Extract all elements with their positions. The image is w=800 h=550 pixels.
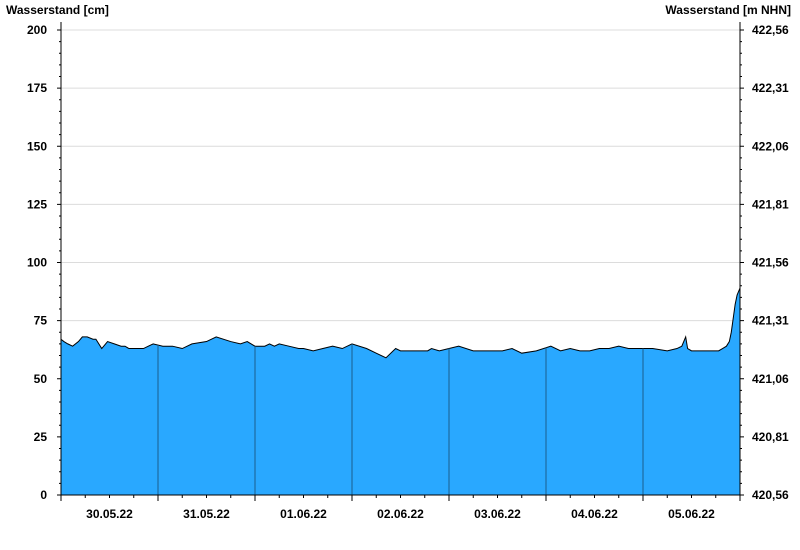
left-tick-label: 50 bbox=[34, 372, 48, 386]
left-axis-title: Wasserstand [cm] bbox=[6, 3, 109, 17]
x-tick-label: 31.05.22 bbox=[183, 507, 230, 521]
right-tick-label: 420,81 bbox=[752, 430, 789, 444]
left-tick-label: 100 bbox=[27, 256, 47, 270]
water-level-area bbox=[61, 288, 740, 495]
right-tick-label: 422,31 bbox=[752, 81, 789, 95]
left-tick-label: 75 bbox=[34, 314, 48, 328]
right-tick-label: 420,56 bbox=[752, 488, 789, 502]
left-tick-label: 150 bbox=[27, 139, 47, 153]
water-level-chart: Wasserstand [cm] Wasserstand [m NHN] 0 42… bbox=[6, 3, 791, 521]
x-tick-label: 04.06.22 bbox=[571, 507, 618, 521]
right-tick-label: 421,81 bbox=[752, 197, 789, 211]
left-tick-label: 200 bbox=[27, 23, 47, 37]
x-tick-label: 05.06.22 bbox=[668, 507, 715, 521]
right-tick-label: 421,56 bbox=[752, 256, 789, 270]
x-tick-label: 01.06.22 bbox=[280, 507, 327, 521]
left-tick-label: 175 bbox=[27, 81, 47, 95]
plot-area bbox=[60, 287, 741, 495]
right-tick-label: 421,06 bbox=[752, 372, 789, 386]
left-tick-label: 0 bbox=[40, 488, 47, 502]
left-tick-label: 125 bbox=[27, 197, 47, 211]
right-tick-label: 421,31 bbox=[752, 314, 789, 328]
left-tick-label: 25 bbox=[34, 430, 48, 444]
x-tick-label: 03.06.22 bbox=[474, 507, 521, 521]
right-tick-label: 422,56 bbox=[752, 23, 789, 37]
x-tick-label: 30.05.22 bbox=[86, 507, 133, 521]
right-axis-title: Wasserstand [m NHN] bbox=[665, 3, 791, 17]
right-tick-label: 422,06 bbox=[752, 139, 789, 153]
x-tick-label: 02.06.22 bbox=[377, 507, 424, 521]
